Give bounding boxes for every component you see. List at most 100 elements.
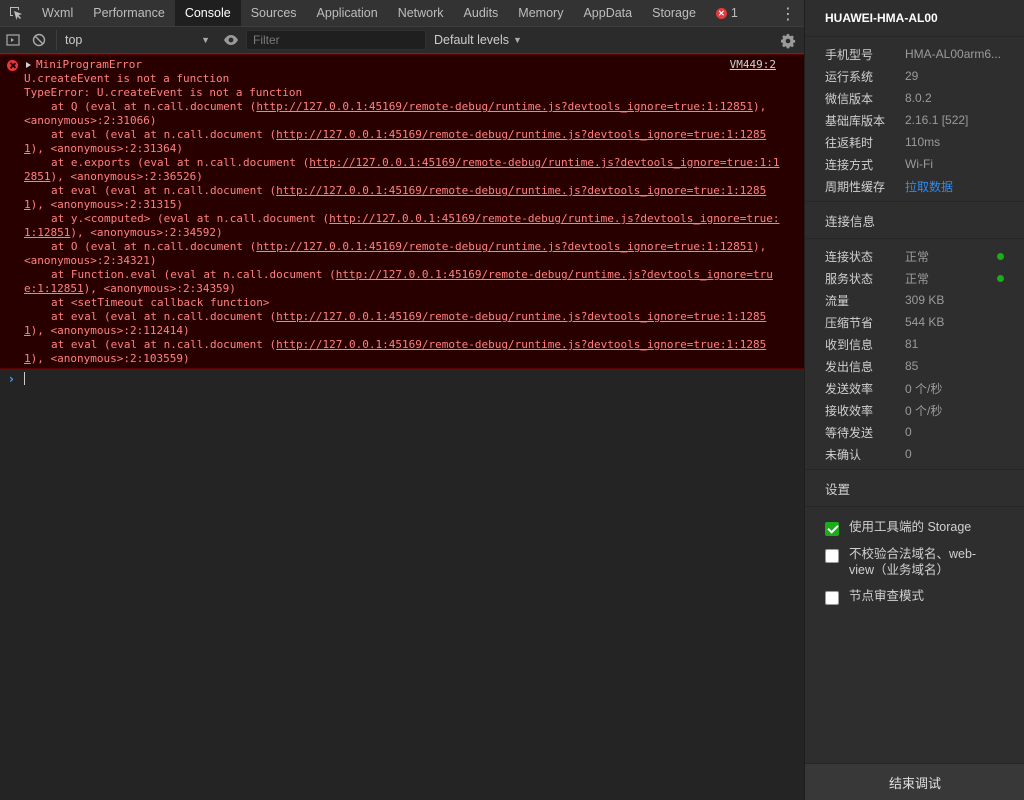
console-prompt[interactable]: › <box>0 369 804 389</box>
stack-line: at Function.eval (eval at n.call.documen… <box>24 268 776 282</box>
stack-line: 1), <anonymous>:2:31315) <box>24 198 776 212</box>
setting-checkbox[interactable] <box>825 549 839 563</box>
stack-line-prefix: at Q (eval at n.call.document ( <box>51 100 257 113</box>
stack-source-link[interactable]: http://127.0.0.1:45169/remote-debug/runt… <box>276 128 766 141</box>
stack-line: <anonymous>:2:34321) <box>24 254 157 267</box>
settings-title: 设置 <box>805 470 1024 507</box>
info-row: 运行系统 29 <box>805 65 1024 87</box>
info-key: 等待发送 <box>825 425 874 440</box>
stack-source-link[interactable]: e:1:12851 <box>24 282 84 295</box>
tab-audits[interactable]: Audits <box>454 0 509 26</box>
tab-sources[interactable]: Sources <box>241 0 307 26</box>
error-source-link[interactable]: VM449:2 <box>730 58 776 72</box>
live-expression-eye-icon[interactable] <box>216 34 246 46</box>
stack-line-suffix: ), <box>753 240 767 253</box>
stack-source-link[interactable]: http://127.0.0.1:45169/remote-debug/runt… <box>276 310 766 323</box>
setting-checkbox[interactable] <box>825 591 839 605</box>
stack-line: at e.exports (eval at n.call.document (h… <box>24 156 779 170</box>
setting-option[interactable]: 节点审查模式 <box>805 588 1024 605</box>
stack-line-suffix: ), <anonymous>:2:34359) <box>83 282 236 295</box>
error-title[interactable]: MiniProgramError <box>24 58 776 72</box>
stack-line-prefix: at eval (eval at n.call.document ( <box>51 338 277 351</box>
stack-line: at eval (eval at n.call.document (http:/… <box>24 128 776 142</box>
stack-source-link[interactable]: 1 <box>24 142 31 155</box>
stack-line: 1), <anonymous>:2:103559) <box>24 352 776 366</box>
stack-line: at eval (eval at n.call.document (http:/… <box>24 310 776 324</box>
log-levels-dropdown[interactable]: Default levels ▼ <box>434 33 522 47</box>
stack-line: at y.<computed> (eval at n.call.document… <box>24 212 780 226</box>
info-row: 发出信息 85 <box>805 355 1024 377</box>
clear-console-icon[interactable] <box>26 27 52 54</box>
context-value: top <box>65 33 83 47</box>
info-value: HMA-AL00arm6... <box>905 47 1002 61</box>
tab-performance[interactable]: Performance <box>83 0 175 26</box>
info-row: 微信版本 8.0.2 <box>805 87 1024 109</box>
stack-line: at eval (eval at n.call.document (http:/… <box>24 338 776 352</box>
info-row: 接收效率 0 个/秒 <box>805 399 1024 421</box>
info-row: 手机型号 HMA-AL00arm6... <box>805 43 1024 65</box>
stack-line-suffix: ), <anonymous>:2:31364) <box>30 142 183 155</box>
stack-line: 1), <anonymous>:2:31364) <box>24 142 776 156</box>
console-settings-gear-icon[interactable] <box>778 31 798 51</box>
console-toolbar: top ▼ Default levels ▼ <box>0 27 804 54</box>
stack-source-link[interactable]: 2851 <box>24 170 51 183</box>
stack-line-prefix: at y.<computed> (eval at n.call.document… <box>51 212 330 225</box>
context-selector[interactable]: top ▼ <box>56 30 216 50</box>
stack-line: at eval (eval at n.call.document (http:/… <box>24 184 776 198</box>
stack-source-link[interactable]: http://127.0.0.1:45169/remote-debug/runt… <box>276 184 766 197</box>
stack-source-link[interactable]: 1 <box>24 352 31 365</box>
stack-line: <anonymous>:2:31066) <box>24 114 157 127</box>
tab-console[interactable]: Console <box>174 0 241 26</box>
fetch-data-link[interactable]: 拉取数据 <box>905 178 1005 195</box>
info-value: 正常 <box>905 271 930 286</box>
info-value: 29 <box>905 69 919 83</box>
stack-line-suffix: ), <anonymous>:2:31315) <box>30 198 183 211</box>
stack-source-link[interactable]: http://127.0.0.1:45169/remote-debug/runt… <box>276 338 766 351</box>
expand-triangle-icon[interactable] <box>26 62 31 68</box>
info-row: 收到信息 81 <box>805 333 1024 355</box>
info-key: 连接状态 <box>825 249 874 264</box>
info-key: 发送效率 <box>825 381 874 396</box>
info-value: 81 <box>905 337 919 351</box>
setting-option[interactable]: 使用工具端的 Storage <box>805 519 1024 536</box>
stack-source-link[interactable]: 1:12851 <box>24 226 70 239</box>
info-row: 连接状态 正常 <box>805 245 1024 267</box>
filter-input[interactable] <box>246 30 426 50</box>
setting-option[interactable]: 不校验合法域名、web-view（业务域名） <box>805 546 1024 578</box>
show-sidebar-icon[interactable] <box>0 27 26 54</box>
info-value: 85 <box>905 359 919 373</box>
info-row: 往返耗时 110ms <box>805 131 1024 153</box>
setting-checkbox[interactable] <box>825 522 839 536</box>
error-count-badge[interactable]: ✕ 1 <box>706 0 746 26</box>
info-value: 2.16.1 [522] <box>905 113 969 127</box>
tab-memory[interactable]: Memory <box>508 0 573 26</box>
log-levels-label: Default levels <box>434 33 510 47</box>
stack-source-link[interactable]: http://127.0.0.1:45169/remote-debug/runt… <box>256 240 753 253</box>
end-debug-button[interactable]: 结束调试 <box>805 763 1024 800</box>
info-row: 连接方式 Wi-Fi <box>805 153 1024 175</box>
error-title-text: MiniProgramError <box>36 58 142 71</box>
stack-source-link[interactable]: 1 <box>24 198 31 211</box>
stack-source-link[interactable]: http://127.0.0.1:45169/remote-debug/runt… <box>309 156 779 169</box>
info-value: 正常 <box>905 249 930 264</box>
stack-trace: U.createEvent is not a function TypeError… <box>24 72 780 366</box>
info-value: 544 KB <box>905 315 945 329</box>
stack-source-link[interactable]: http://127.0.0.1:45169/remote-debug/runt… <box>256 100 753 113</box>
stack-source-link[interactable]: http://127.0.0.1:45169/remote-debug/runt… <box>336 268 773 281</box>
info-row: 周期性缓存 拉取数据 <box>805 175 1024 197</box>
info-value: Wi-Fi <box>905 157 933 171</box>
more-options-icon[interactable]: ⋮ <box>778 0 798 27</box>
tab-network[interactable]: Network <box>388 0 454 26</box>
tab-appdata[interactable]: AppData <box>573 0 642 26</box>
info-key: 基础库版本 <box>825 113 886 128</box>
tab-application[interactable]: Application <box>307 0 388 26</box>
tab-storage[interactable]: Storage <box>642 0 706 26</box>
stack-source-link[interactable]: http://127.0.0.1:45169/remote-debug/runt… <box>329 212 779 225</box>
info-key: 手机型号 <box>825 47 874 62</box>
stack-line-prefix: at eval (eval at n.call.document ( <box>51 128 277 141</box>
stack-line-prefix: at Function.eval (eval at n.call.documen… <box>51 268 336 281</box>
stack-source-link[interactable]: 1 <box>24 324 31 337</box>
tab-list: Wxml Performance Console Sources Application… <box>32 0 706 26</box>
tab-wxml[interactable]: Wxml <box>32 0 83 26</box>
inspect-element-icon[interactable] <box>0 0 32 26</box>
